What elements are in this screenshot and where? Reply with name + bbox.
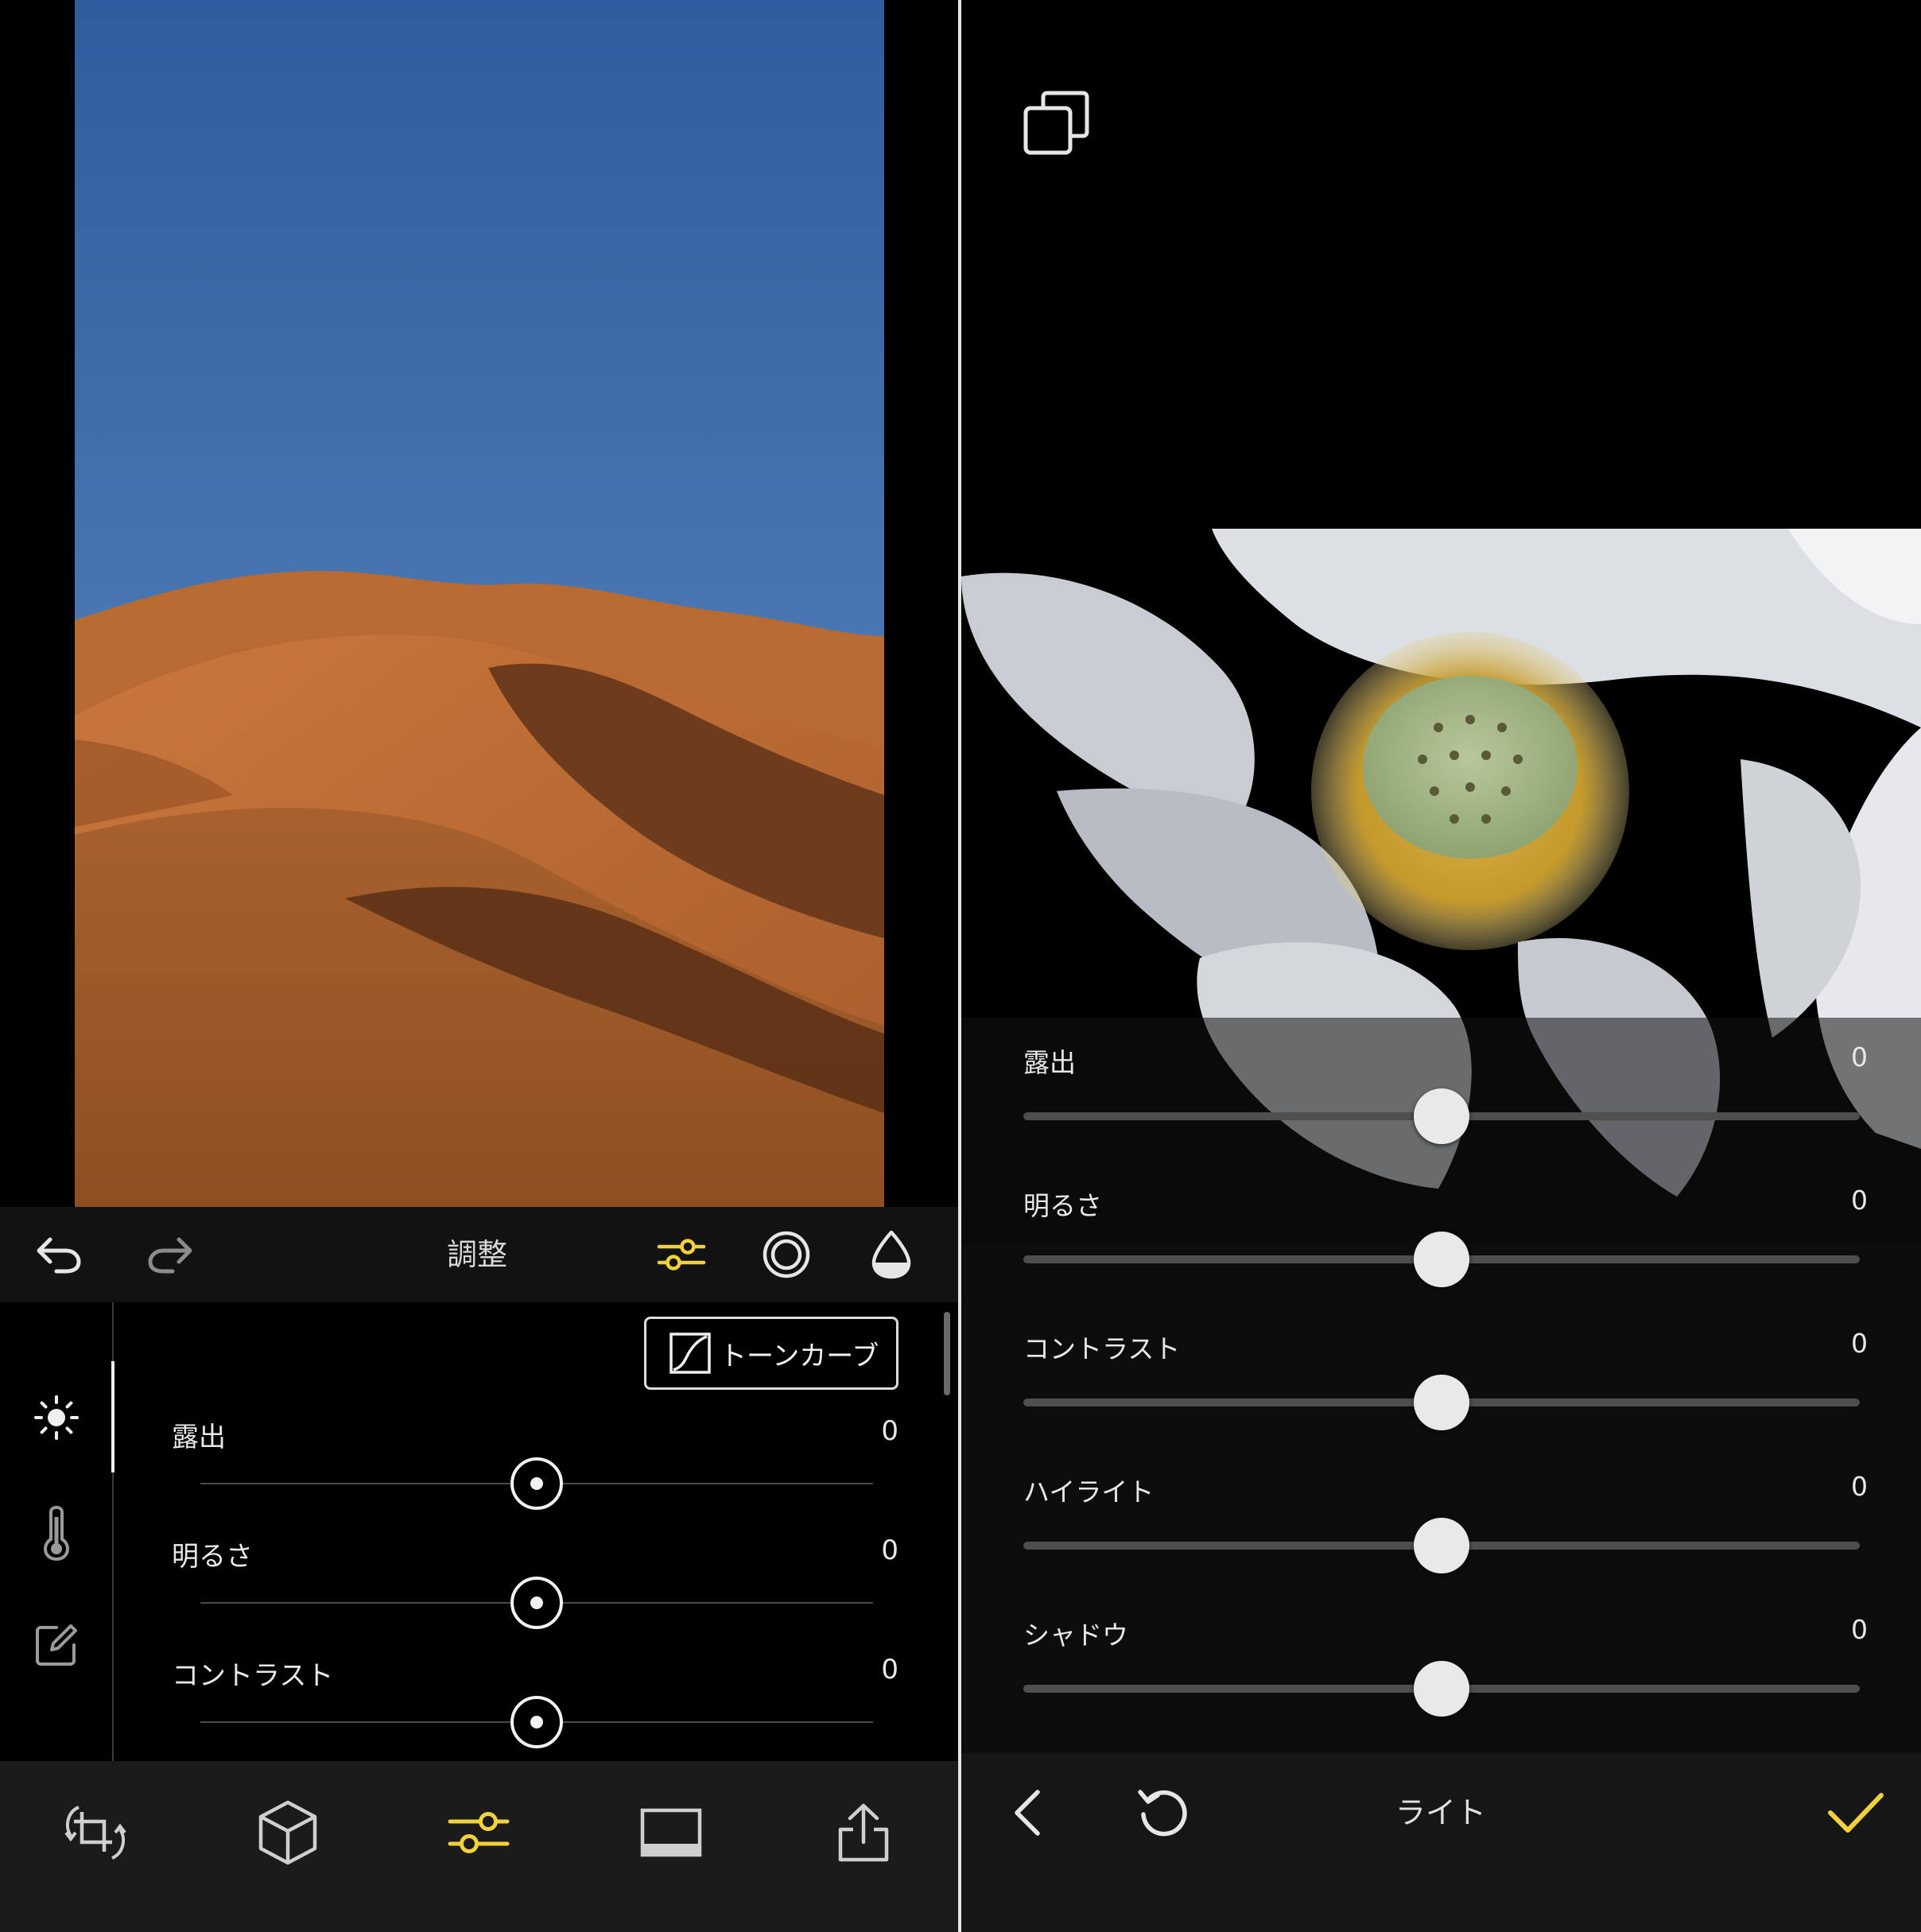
temperature-icon[interactable]: [24, 1501, 89, 1566]
slider-label-exposure: 露出: [172, 1422, 226, 1453]
toolbar-title: 調整: [446, 1237, 507, 1272]
back-chevron-icon[interactable]: [985, 1769, 1073, 1856]
shadows-slider-knob[interactable]: [1414, 1661, 1469, 1717]
slider-value-contrast: 0: [881, 1654, 898, 1686]
compare-icon[interactable]: [1021, 87, 1092, 159]
slider-value-exposure: 0: [881, 1415, 898, 1447]
bottom-tool-bar: [0, 1761, 958, 1932]
light-sun-icon[interactable]: [24, 1385, 89, 1450]
tone-curve-label: トーンカーブ: [720, 1340, 879, 1372]
redo-icon[interactable]: [127, 1207, 215, 1302]
top-toolbar: 調整: [0, 1207, 958, 1302]
slider-value-brightness: 0: [1851, 1185, 1868, 1216]
tone-curve-button[interactable]: トーンカーブ: [644, 1317, 898, 1390]
slider-value-highlights: 0: [1851, 1471, 1868, 1502]
slider-label-exposure: 露出: [1023, 1047, 1076, 1078]
desert-photo[interactable]: [75, 0, 884, 1207]
exposure-slider-knob[interactable]: [510, 1457, 563, 1510]
adjust-sliders-icon[interactable]: [431, 1785, 526, 1880]
undo-icon[interactable]: [14, 1207, 102, 1302]
brightness-slider-knob[interactable]: [1414, 1232, 1469, 1287]
brightness-slider-knob[interactable]: [510, 1577, 563, 1629]
slider-label-contrast: コントラスト: [1023, 1333, 1181, 1364]
frame-icon[interactable]: [623, 1785, 719, 1880]
3d-cube-icon[interactable]: [240, 1785, 336, 1880]
contrast-slider-knob[interactable]: [510, 1696, 563, 1748]
color-drop-icon[interactable]: [848, 1207, 935, 1302]
share-icon[interactable]: [816, 1785, 911, 1880]
tone-curve-icon: [669, 1332, 712, 1375]
panel-title: ライト: [1395, 1795, 1486, 1830]
confirm-check-icon[interactable]: [1812, 1769, 1900, 1856]
edit-icon[interactable]: [24, 1612, 89, 1678]
contrast-slider-knob[interactable]: [1414, 1375, 1469, 1430]
scrollbar-thumb[interactable]: [944, 1312, 950, 1395]
rail-active-indicator: [111, 1361, 114, 1472]
left-editor-panel: 調整 トーンカーブ 露出 0 明るさ 0 コントラスト 0: [0, 0, 958, 1932]
slider-label-highlights: ハイライト: [1023, 1476, 1155, 1507]
crop-rotate-icon[interactable]: [48, 1785, 143, 1880]
exposure-slider-knob[interactable]: [1414, 1088, 1469, 1144]
sliders-icon[interactable]: [638, 1207, 725, 1302]
slider-label-brightness: 明るさ: [172, 1541, 253, 1573]
slider-value-brightness: 0: [881, 1534, 898, 1566]
slider-value-contrast: 0: [1851, 1328, 1868, 1359]
category-rail: [0, 1302, 113, 1761]
slider-label-shadows: シャドウ: [1023, 1620, 1128, 1651]
highlights-slider-knob[interactable]: [1414, 1518, 1469, 1573]
filter-rings-icon[interactable]: [743, 1207, 830, 1302]
slider-value-exposure: 0: [1851, 1042, 1868, 1073]
right-light-panel: 露出 0 明るさ 0 コントラスト 0 ハイライト 0 シャドウ 0 ライト: [961, 0, 1921, 1932]
reset-icon[interactable]: [1120, 1769, 1208, 1856]
light-bottom-bar: ライト: [961, 1753, 1921, 1932]
slider-value-shadows: 0: [1851, 1614, 1868, 1645]
slider-label-brightness: 明るさ: [1023, 1190, 1102, 1221]
slider-label-contrast: コントラスト: [172, 1660, 334, 1692]
